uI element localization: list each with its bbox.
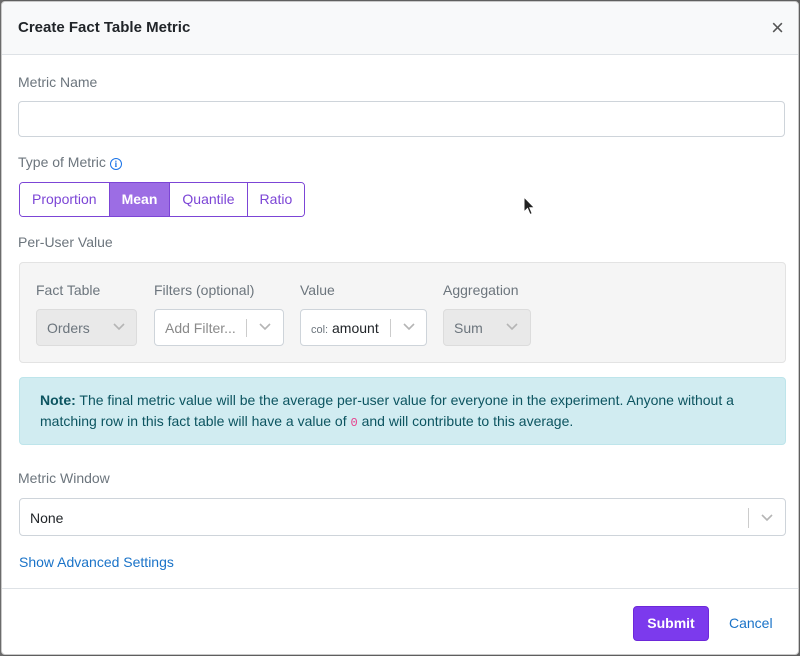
chevron-down-icon	[259, 323, 271, 331]
fact-table-label: Fact Table	[36, 282, 101, 298]
select-separator	[748, 508, 749, 528]
filters-placeholder: Add Filter...	[165, 320, 236, 336]
select-separator	[390, 319, 391, 337]
per-user-value-label: Per-User Value	[18, 234, 113, 250]
close-icon[interactable]: ×	[771, 17, 784, 39]
mouse-cursor-icon	[523, 196, 536, 216]
value-column-name: amount	[332, 320, 379, 336]
filters-select[interactable]: Add Filter...	[154, 309, 284, 346]
aggregation-select[interactable]: Sum	[443, 309, 531, 346]
note-text-after: and will contribute to this average.	[357, 413, 574, 429]
metric-window-label: Metric Window	[18, 470, 110, 486]
modal-header: Create Fact Table Metric ×	[2, 2, 798, 55]
chevron-down-icon	[506, 323, 518, 331]
submit-button[interactable]: Submit	[633, 606, 709, 641]
modal-title: Create Fact Table Metric	[18, 19, 191, 36]
create-metric-modal: Create Fact Table Metric × Metric Name T…	[1, 1, 799, 655]
metric-type-mean-button[interactable]: Mean	[109, 183, 171, 216]
select-separator	[246, 319, 247, 337]
note-code: 0	[350, 416, 358, 430]
per-user-value-panel: Fact Table Orders Filters (optional) Add…	[19, 262, 786, 363]
show-advanced-settings-link[interactable]: Show Advanced Settings	[19, 554, 174, 570]
value-column-select[interactable]: col: amount	[300, 309, 427, 346]
aggregation-label: Aggregation	[443, 282, 519, 298]
chevron-down-icon	[761, 514, 773, 522]
column-prefix: col:	[311, 324, 329, 336]
fact-table-select[interactable]: Orders	[36, 309, 137, 346]
info-icon[interactable]: i	[109, 158, 122, 170]
filters-label: Filters (optional)	[154, 282, 255, 298]
metric-name-label: Metric Name	[18, 74, 98, 90]
metric-type-selector: Proportion Mean Quantile Ratio	[19, 182, 306, 217]
metric-type-proportion-button[interactable]: Proportion	[20, 183, 110, 216]
chevron-down-icon	[403, 323, 415, 331]
cancel-button[interactable]: Cancel	[729, 615, 773, 631]
mean-note-alert: Note: The final metric value will be the…	[19, 377, 786, 445]
value-column: col: amount	[311, 320, 379, 336]
note-bold: Note:	[40, 392, 76, 408]
metric-window-value: None	[30, 510, 64, 526]
fact-table-value: Orders	[47, 320, 90, 336]
metric-name-input[interactable]	[18, 101, 785, 137]
metric-type-ratio-button[interactable]: Ratio	[247, 183, 305, 216]
value-label: Value	[300, 282, 335, 298]
metric-type-label-text: Type of Metric	[18, 154, 106, 170]
metric-type-quantile-button[interactable]: Quantile	[170, 183, 248, 216]
chevron-down-icon	[113, 323, 125, 331]
metric-window-select[interactable]: None	[19, 498, 786, 536]
metric-type-label: Type of Metric i	[18, 154, 122, 170]
modal-footer-divider	[2, 588, 798, 589]
aggregation-value: Sum	[454, 320, 483, 336]
